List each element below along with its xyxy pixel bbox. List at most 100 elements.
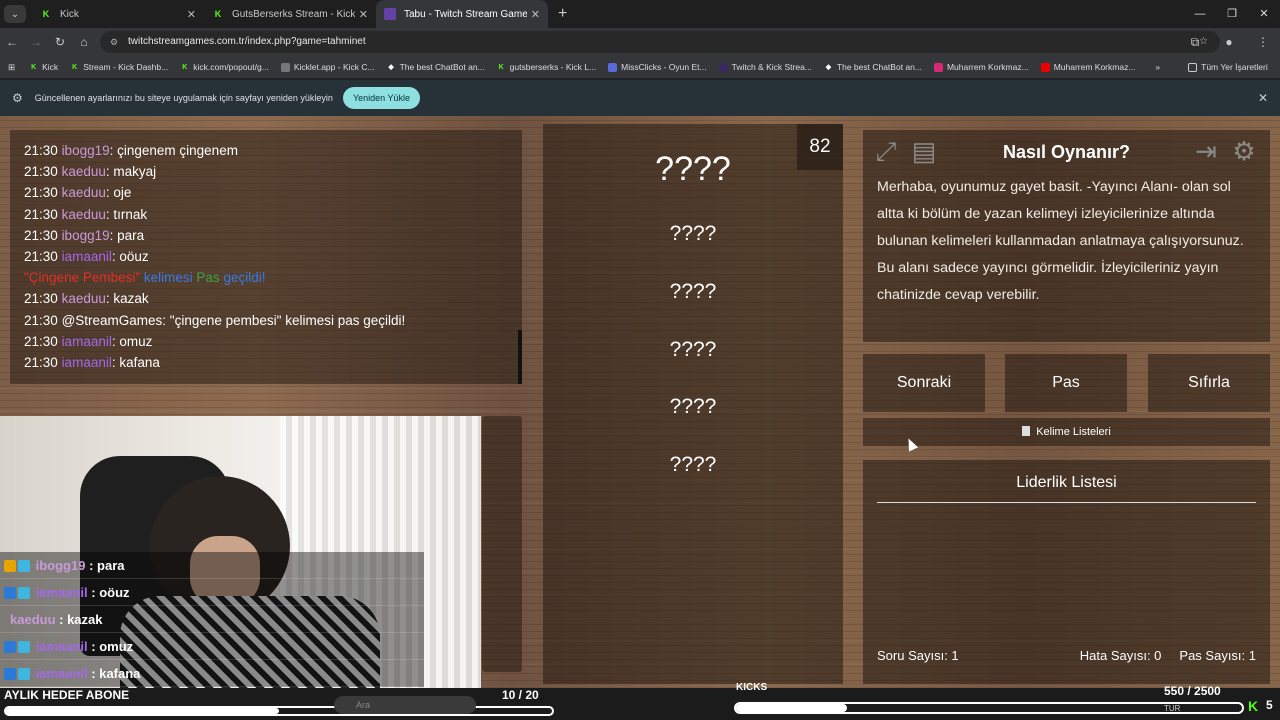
close-icon[interactable]: ✕ [1258,91,1268,105]
overlay-user: iamaanil [35,585,88,600]
bookmark-item[interactable]: Kicklet.app - Kick C... [280,62,375,72]
chat-user: kaeduu [61,291,106,307]
close-icon[interactable]: ✕ [531,8,540,21]
chat-time: 21:30 [24,291,58,307]
overlay-chat-row: ibogg19 : para [0,552,424,579]
bookmark-label: The best ChatBot an... [399,62,485,72]
window-close-icon[interactable]: ✕ [1248,0,1280,28]
reload-button[interactable]: Yeniden Yükle [342,87,420,109]
hidden-word: ???? [669,395,717,418]
chat-message: : çingenem çingenem [109,143,238,158]
reset-button[interactable]: Sıfırla [1148,354,1270,412]
chat-message: : para [109,227,145,243]
minimize-icon[interactable]: — [1184,0,1216,28]
reload-icon[interactable]: ↻ [48,35,72,49]
back-icon[interactable]: ← [0,35,24,49]
leaderboard: Liderlik Listesi Soru Sayısı: 1 Hata Say… [863,460,1270,684]
toolbar-right: ⧉ ● ⋮ [1178,28,1280,56]
url-field[interactable]: ⚙ twitchstreamgames.com.tr/index.php?gam… [100,31,1220,53]
bookmark-item[interactable]: K Stream - Kick Dashb... [70,62,168,72]
chat-message: : makyaj [105,164,157,180]
leaderboard-title: Liderlik Listesi [877,474,1256,503]
kick-icon: K [42,9,50,19]
sub-goal-label: AYLIK HEDEF ABONE [4,688,130,702]
twitch-icon [718,62,728,72]
close-icon[interactable]: ✕ [359,8,368,21]
site-info-icon[interactable]: ⚙ [110,31,118,53]
all-bookmarks[interactable]: Tüm Yer İşaretleri [1188,62,1268,72]
bookmark-label: Muharrem Korkmaz... [1053,62,1136,72]
taskbar-search[interactable]: Ara [334,696,476,714]
kick-icon: K [214,9,222,19]
badge-icon [4,668,16,680]
chat-message: : kazak [105,291,149,307]
more-bookmarks-icon[interactable]: » [1155,62,1160,72]
chat-line: 21:30 kaeduu: oje [24,182,508,203]
bookmark-label: Kicklet.app - Kick C... [293,62,375,72]
pass-button[interactable]: Pas [1005,354,1127,412]
overlay-user: iamaanil [35,666,88,681]
hidden-word: ???? [669,338,717,361]
forward-icon[interactable]: → [24,35,48,49]
bookmark-item[interactable]: Kgutsberserks - Kick L... [497,62,596,72]
new-tab-icon[interactable]: + [558,5,567,23]
profile-avatar[interactable]: ● [1212,35,1246,49]
chat-message: : omuz [111,333,153,349]
chat-message: : oje [105,185,132,201]
close-icon[interactable]: ✕ [187,8,196,21]
next-button[interactable]: Sonraki [863,354,985,412]
chat-time: 21:30 [24,333,58,349]
tab-gutsberserks[interactable]: K GutsBerserks Stream - Kick Dashboard ✕ [204,0,376,28]
hidden-word: ???? [669,222,717,245]
tab-tabu[interactable]: Tabu - Twitch Stream Games ✕ [376,0,548,28]
chat-user: kaeduu [61,185,106,201]
word-lists-button[interactable]: Kelime Listeleri [863,418,1270,446]
bookmark-label: MissClicks - Oyun Et... [621,62,707,72]
gear-icon[interactable]: ⚙ [1229,136,1259,166]
all-bookmarks-label: Tüm Yer İşaretleri [1201,62,1268,72]
bookmark-item[interactable]: Kkick.com/popout/g... [180,62,269,72]
overlay-message: : omuz [87,639,134,654]
bookmark-label: kick.com/popout/g... [193,62,269,72]
bookmark-item[interactable]: K Kick [29,62,58,72]
chat-user: iamaanil [61,248,112,264]
sub-goal-fill [6,708,279,714]
overlay-user: iamaanil [35,639,88,654]
chat-panel: 21:30 ibogg19: çingenem çingenem 21:30 k… [10,130,522,384]
kick-icon: K [182,63,188,71]
chat-line: 21:30 kaeduu: makyaj [24,161,508,182]
bookmark-item[interactable]: MissClicks - Oyun Et... [608,62,707,72]
youtube-icon [1040,62,1050,72]
bookmark-item[interactable]: Muharrem Korkmaz... [1040,62,1136,72]
settings-infobar: ⚙ Güncellenen ayarlarınızı bu siteye uyg… [0,80,1280,116]
apps-icon[interactable]: ⊞ [8,62,15,73]
chat-time: 21:30 [24,354,58,370]
pass-notice-end: geçildi! [219,270,266,286]
chat-line: 21:30 iamaanil: oöuz [24,246,508,267]
bookmark-item[interactable]: Twitch & Kick Strea... [718,62,812,72]
chat-message: : kafana [111,354,160,370]
language-indicator[interactable]: TUR [1164,704,1180,713]
badge-icon [4,641,16,653]
tab-kick[interactable]: K Kick ✕ [32,0,204,28]
extensions-icon[interactable]: ⧉ [1178,35,1212,50]
exit-icon[interactable]: ⇥ [1191,136,1221,166]
taskbar: AYLIK HEDEF ABONE 10 / 20 Ara KICKS 550 … [0,682,1280,720]
chat-line: 21:30 iamaanil: omuz [24,331,508,352]
bookmark-item[interactable]: ◆ The best ChatBot an... [387,62,485,72]
howto-body: Merhaba, oyunumuz gayet basit. -Yayıncı … [877,179,1244,303]
bookmark-item[interactable]: Muharrem Korkmaz... [933,62,1029,72]
tab-title: Tabu - Twitch Stream Games [404,8,527,20]
chat-message: : "çingene pembesi" kelimesi pas geçildi… [162,312,406,328]
restore-icon[interactable]: ❐ [1216,0,1248,28]
chat-scrollbar[interactable] [518,330,522,384]
overlay-message: : kafana [87,666,141,681]
home-icon[interactable]: ⌂ [72,35,96,49]
chatbot-icon: ◆ [388,64,394,71]
twitch-icon [384,8,396,20]
chat-message: : oöuz [111,248,149,264]
tab-search-icon[interactable]: ⌄ [4,5,26,23]
chat-time: 21:30 [24,206,58,222]
bookmark-item[interactable]: ◆ The best ChatBot an... [824,62,922,72]
menu-icon[interactable]: ⋮ [1246,35,1280,49]
